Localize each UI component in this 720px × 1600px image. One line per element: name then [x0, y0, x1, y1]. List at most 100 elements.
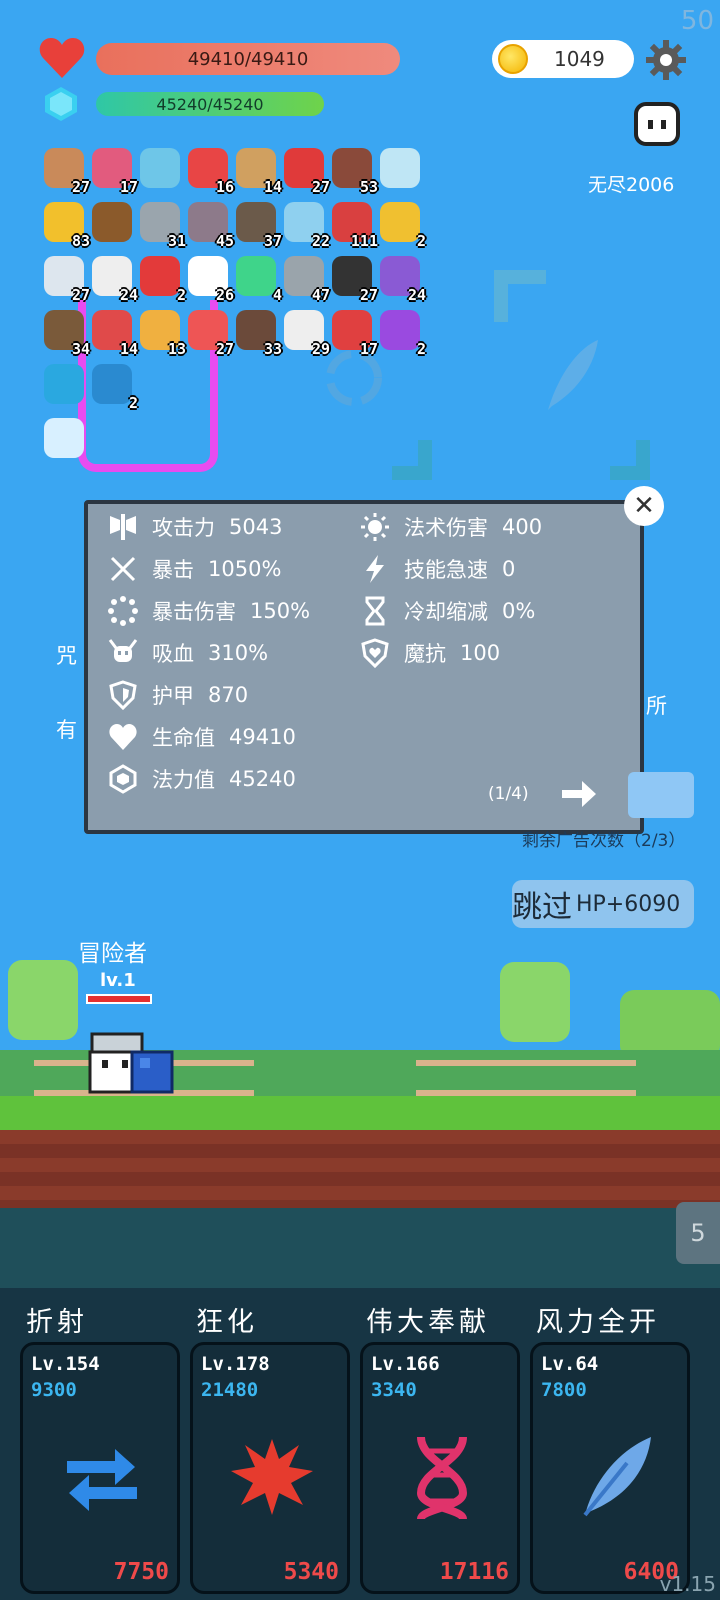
hero-name: 冒险者 — [78, 941, 147, 967]
item-slot[interactable]: 14 — [234, 146, 282, 196]
item-slot[interactable]: 16 — [186, 146, 234, 196]
item-slot[interactable]: 33 — [234, 308, 282, 358]
hearts-icon — [140, 256, 180, 296]
water — [0, 1208, 720, 1288]
skill-level: Lv.64 — [541, 1353, 599, 1375]
item-count: 2 — [416, 340, 426, 358]
item-slot[interactable]: 27 — [42, 254, 90, 304]
item-slot[interactable]: 2 — [378, 200, 426, 250]
item-count: 14 — [119, 340, 138, 358]
item-slot[interactable]: 24 — [378, 254, 426, 304]
tree — [500, 962, 570, 1042]
skill-card[interactable]: Lv.166 3340 17116 — [360, 1342, 520, 1594]
magic-shield-icon — [358, 638, 392, 668]
item-slot[interactable]: 24 — [90, 254, 138, 304]
crit-icon — [106, 554, 140, 584]
stat-row: 护甲 870 — [106, 680, 248, 710]
skill-upgrade-price: 7750 — [113, 1559, 169, 1585]
stat-value: 45240 — [229, 767, 296, 791]
item-count: 17 — [359, 340, 378, 358]
hero-hp-bar — [86, 994, 152, 1004]
stat-label: 护甲 — [152, 684, 194, 708]
gear-icon[interactable] — [646, 40, 686, 80]
item-slot[interactable]: 29 — [282, 308, 330, 358]
item-slot[interactable]: 34 — [42, 308, 90, 358]
item-slot[interactable] — [42, 362, 86, 406]
skill-card[interactable]: Lv.178 21480 5340 — [190, 1342, 350, 1594]
ring-icon — [380, 202, 420, 242]
item-count: 27 — [215, 340, 234, 358]
item-slot[interactable]: 31 — [138, 200, 186, 250]
close-button[interactable]: ✕ — [624, 486, 664, 526]
stat-row: 法术伤害 400 — [358, 512, 542, 542]
item-count: 14 — [263, 178, 282, 196]
stat-value: 0 — [502, 557, 516, 581]
knight-sprite — [88, 1032, 174, 1094]
item-count: 2 — [416, 232, 426, 250]
stat-row: 吸血 310% — [106, 638, 268, 668]
item-slot[interactable]: 26 — [186, 254, 234, 304]
orb-icon — [380, 310, 420, 350]
item-slot[interactable]: 17 — [330, 308, 378, 358]
armor-icon — [106, 680, 140, 710]
item-slot[interactable] — [90, 200, 134, 244]
skip-button[interactable]: 跳过 HP+6090 — [512, 880, 694, 928]
item-slot[interactable]: 22 — [282, 200, 330, 250]
chest-icon — [92, 202, 132, 242]
item-slot[interactable]: 111 — [330, 200, 378, 250]
item-slot[interactable]: 47 — [282, 254, 330, 304]
item-slot[interactable]: 13 — [138, 308, 186, 358]
hp-bar: 49410/49410 — [96, 43, 400, 75]
stat-label: 法术伤害 — [404, 516, 488, 540]
item-slot[interactable]: 2 — [138, 254, 186, 304]
item-count: 27 — [311, 178, 330, 196]
stat-value: 310% — [208, 641, 269, 665]
item-slot[interactable]: 4 — [234, 254, 282, 304]
stat-label: 吸血 — [152, 642, 194, 666]
item-count: 27 — [71, 286, 90, 304]
item-slot[interactable] — [42, 416, 86, 460]
magnifier-icon — [140, 148, 180, 188]
item-count: 2 — [176, 286, 186, 304]
item-slot[interactable]: 2 — [378, 308, 426, 358]
ad-button[interactable] — [628, 772, 694, 818]
item-slot[interactable]: 17 — [90, 146, 138, 196]
stat-label: 攻击力 — [152, 516, 215, 540]
item-slot[interactable]: 2 — [90, 362, 138, 412]
item-slot[interactable]: 14 — [90, 308, 138, 358]
slime-icon — [236, 256, 276, 296]
item-count: 13 — [167, 340, 186, 358]
stat-label: 暴击伤害 — [152, 600, 236, 624]
skill-name: 伟大奉献 — [366, 1307, 490, 1338]
item-slot[interactable]: 27 — [42, 146, 90, 196]
skill-name: 折射 — [26, 1307, 88, 1338]
stat-value: 1050% — [208, 557, 282, 581]
item-slot[interactable] — [138, 146, 182, 190]
ground-dirt — [0, 1130, 720, 1208]
dna-icon — [397, 1431, 487, 1521]
ghost-icon[interactable] — [632, 100, 682, 148]
item-count: 27 — [359, 286, 378, 304]
item-slot[interactable]: 27 — [330, 254, 378, 304]
skill-card[interactable]: Lv.64 7800 6400 — [530, 1342, 690, 1594]
stat-value: 100 — [460, 641, 501, 665]
skill-level: Lv.154 — [31, 1353, 100, 1375]
hidden-text: 所 — [646, 694, 667, 718]
item-slot[interactable]: 45 — [186, 200, 234, 250]
item-slot[interactable]: 53 — [330, 146, 378, 196]
stat-row: 冷却缩减 0% — [358, 596, 535, 626]
skill-card[interactable]: Lv.154 9300 7750 — [20, 1342, 180, 1594]
item-count: 111 — [350, 232, 378, 250]
item-slot[interactable] — [378, 146, 422, 190]
page-indicator: (1/4) — [488, 784, 529, 804]
stat-label: 魔抗 — [404, 642, 446, 666]
swap-arrows-icon — [57, 1431, 147, 1521]
item-count: 16 — [215, 178, 234, 196]
item-slot[interactable]: 37 — [234, 200, 282, 250]
item-slot[interactable]: 27 — [186, 308, 234, 358]
item-slot[interactable]: 27 — [282, 146, 330, 196]
arrow-right-icon[interactable] — [560, 778, 598, 810]
heart-icon — [39, 38, 85, 78]
item-slot[interactable]: 83 — [42, 200, 90, 250]
item-count: 2 — [128, 394, 138, 412]
